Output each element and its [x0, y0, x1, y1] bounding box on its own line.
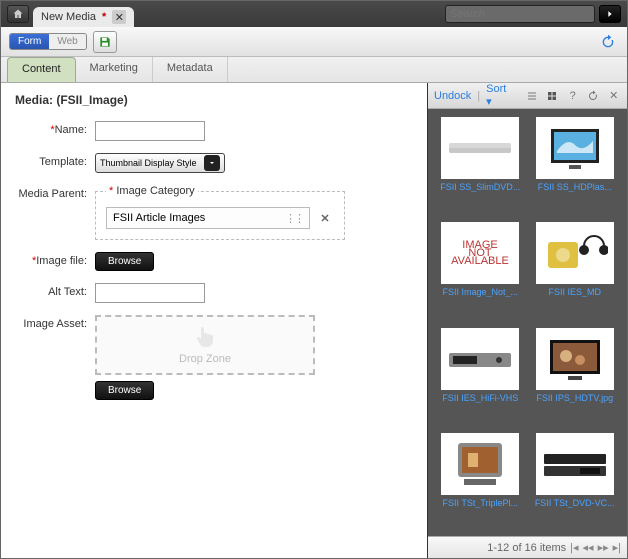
asset-thumb[interactable]: FSII IES_HiFi-VHS — [436, 328, 525, 423]
asset-label: FSII SS_SlimDVD... — [439, 182, 521, 192]
asset-label: FSII TSt_TriplePl... — [439, 498, 521, 508]
hand-drop-icon — [191, 325, 219, 349]
toolbar: Form Web — [1, 27, 627, 57]
page-next-button[interactable]: ▸▸ — [598, 541, 609, 554]
image-category-fieldset: * Image Category FSII Article Images ⋮⋮ … — [95, 185, 345, 240]
asset-thumb[interactable]: FSII IPS_HDTV.jpg — [531, 328, 620, 423]
page-first-button[interactable]: |◂ — [570, 541, 578, 554]
asset-label: FSII SS_HDPlas... — [534, 182, 616, 192]
asset-thumb[interactable]: FSII SS_SlimDVD... — [436, 117, 525, 212]
media-parent-label: Media Parent: — [15, 185, 95, 200]
mode-form-button[interactable]: Form — [10, 34, 49, 49]
asset-thumb[interactable]: FSII SS_HDPlas... — [531, 117, 620, 212]
help-button[interactable]: ? — [565, 88, 580, 104]
home-icon — [12, 8, 24, 20]
grid-view-button[interactable] — [545, 88, 560, 104]
refresh-button[interactable] — [597, 32, 619, 52]
top-bar: New Media * ✕ — [1, 1, 627, 27]
list-view-button[interactable] — [524, 88, 539, 104]
form-heading: Media: (FSII_Image) — [15, 93, 413, 107]
chevron-down-icon: ▾ — [486, 96, 492, 108]
search-arrow-icon — [605, 9, 615, 19]
list-icon — [526, 90, 538, 102]
save-icon — [98, 35, 112, 49]
tab-metadata[interactable]: Metadata — [153, 57, 228, 82]
refresh-icon — [587, 90, 599, 102]
asset-label: FSII IPS_HDTV.jpg — [534, 393, 616, 403]
grid-icon — [546, 90, 558, 102]
pager: |◂ ◂◂ ▸▸ ▸| — [570, 541, 621, 554]
asset-label: FSII IES_MD — [534, 287, 616, 297]
asset-thumb[interactable]: FSII IES_MD — [531, 222, 620, 317]
template-select[interactable]: Thumbnail Display Style — [95, 153, 225, 173]
name-input[interactable] — [95, 121, 205, 141]
image-asset-label: Image Asset: — [15, 315, 95, 330]
sub-tabs: Content Marketing Metadata — [1, 57, 627, 83]
image-category-chip[interactable]: FSII Article Images ⋮⋮ — [106, 207, 310, 229]
asset-thumb[interactable]: IMAGENOTAVAILABLE FSII Image_Not_... — [436, 222, 525, 317]
refresh-icon — [600, 34, 616, 50]
asset-panel-toolbar: Undock | Sort ▾ ? ✕ — [428, 83, 627, 109]
image-category-value: FSII Article Images — [113, 212, 205, 224]
asset-label: FSII Image_Not_... — [439, 287, 521, 297]
refresh-panel-button[interactable] — [586, 88, 601, 104]
sort-button[interactable]: Sort ▾ — [486, 83, 512, 108]
asset-label: FSII IES_HiFi-VHS — [439, 393, 521, 403]
asset-thumb[interactable]: FSII TSt_TriplePl... — [436, 433, 525, 528]
alt-text-label: Alt Text: — [15, 283, 95, 298]
template-value: Thumbnail Display Style — [100, 158, 197, 168]
chevron-down-icon — [204, 155, 220, 171]
form-area: Media: (FSII_Image) Name: Template: Thum… — [1, 83, 427, 558]
drop-zone[interactable]: Drop Zone — [95, 315, 315, 375]
undock-button[interactable]: Undock — [434, 90, 471, 102]
svg-text:AVAILABLE: AVAILABLE — [451, 255, 509, 267]
tab-dirty-indicator: * — [102, 11, 106, 23]
browse-file-button[interactable]: Browse — [95, 252, 154, 271]
mode-toggle: Form Web — [9, 33, 87, 50]
search-input[interactable] — [445, 5, 595, 23]
asset-panel: Undock | Sort ▾ ? ✕ — [427, 83, 627, 558]
thumbnail-grid: FSII SS_SlimDVD... FSII SS_HDPlas... IMA… — [428, 109, 627, 536]
asset-panel-status: 1-12 of 16 items |◂ ◂◂ ▸▸ ▸| — [428, 536, 627, 558]
status-count: 1-12 of 16 items — [487, 542, 566, 554]
remove-category-button[interactable]: ✕ — [316, 209, 334, 227]
close-panel-button[interactable]: ✕ — [606, 88, 621, 104]
asset-label: FSII TSt_DVD-VC... — [534, 498, 616, 508]
home-button[interactable] — [7, 5, 29, 23]
image-category-legend: * Image Category — [106, 185, 198, 197]
save-button[interactable] — [93, 31, 117, 53]
drag-handle-icon: ⋮⋮ — [285, 212, 303, 225]
name-label: Name: — [15, 121, 95, 136]
page-prev-button[interactable]: ◂◂ — [583, 541, 594, 554]
mode-web-button[interactable]: Web — [49, 34, 85, 49]
search-button[interactable] — [599, 5, 621, 23]
tab-marketing[interactable]: Marketing — [76, 57, 153, 82]
alt-text-input[interactable] — [95, 283, 205, 303]
document-tab[interactable]: New Media * ✕ — [33, 7, 134, 27]
template-label: Template: — [15, 153, 95, 168]
image-file-label: Image file: — [15, 252, 95, 267]
drop-zone-label: Drop Zone — [179, 353, 231, 365]
tab-title: New Media — [41, 11, 96, 23]
browse-asset-button[interactable]: Browse — [95, 381, 154, 400]
asset-thumb[interactable]: FSII TSt_DVD-VC... — [531, 433, 620, 528]
page-last-button[interactable]: ▸| — [613, 541, 621, 554]
tab-close-button[interactable]: ✕ — [112, 10, 126, 24]
tab-content[interactable]: Content — [7, 57, 76, 82]
